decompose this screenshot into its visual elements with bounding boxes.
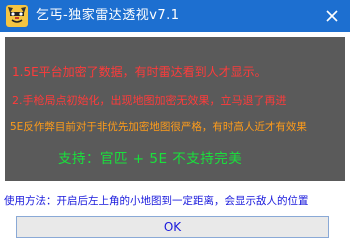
notice-panel: 1.5E平台加密了数据，有时雷达看到人才显示。 2.手枪局点初始化，出现地图加密… (5, 37, 345, 181)
notice-line-3: 5E反作弊目前对于非优先加密地图很严格，有时高人近才有效果 (10, 121, 307, 133)
tiger-face-icon (6, 5, 28, 27)
title-bar[interactable]: 乞丐-独家雷达透视v7.1 (0, 0, 350, 32)
dialog-window: 乞丐-独家雷达透视v7.1 1.5E平台加密了数据，有时雷达看到人才显示。 2.… (0, 0, 350, 246)
usage-instructions: 使用方法：开启后左上角的小地图到一定距离，会显示敌人的位置 (4, 195, 309, 207)
support-line: 支持：官匹 + 5E 不支持完美 (58, 151, 243, 167)
close-button[interactable] (314, 0, 350, 32)
window-title: 乞丐-独家雷达透视v7.1 (36, 8, 180, 23)
notice-line-1: 1.5E平台加密了数据，有时雷达看到人才显示。 (12, 65, 267, 79)
ok-button[interactable]: OK (16, 216, 329, 238)
notice-line-2: 2.手枪局点初始化，出现地图加密无效果，立马退了再进 (12, 94, 287, 107)
close-icon (326, 10, 338, 22)
